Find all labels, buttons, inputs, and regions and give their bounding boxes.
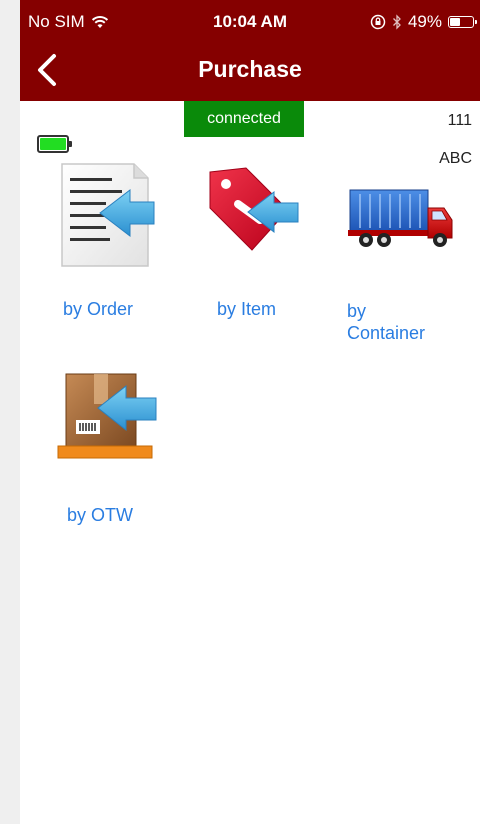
menu-label-by-otw: by OTW <box>67 505 133 525</box>
status-right: 49% <box>370 12 477 32</box>
bluetooth-icon <box>393 14 401 30</box>
menu-label-by-item: by Item <box>217 299 277 319</box>
battery-percent: 49% <box>407 12 442 31</box>
menu-tile-by-item[interactable]: by Item <box>206 160 316 330</box>
tag-arrow-icon <box>209 167 299 251</box>
battery-icon <box>448 16 477 28</box>
page-title: Purchase <box>198 56 302 82</box>
device-battery-icon <box>37 135 72 153</box>
menu-label-by-order: by Order <box>63 299 134 319</box>
truck-icon <box>348 189 453 247</box>
menu-label-by-container: by Container <box>347 301 426 343</box>
box-arrow-icon <box>57 373 157 459</box>
menu-tile-by-order[interactable]: by Order <box>56 160 166 330</box>
menu-tile-by-otw[interactable]: by OTW <box>56 370 166 530</box>
device-code-top: 111 <box>447 112 472 129</box>
menu-tile-by-container[interactable]: by Container <box>346 160 460 350</box>
phone-screen: No SIM 10:04 AM 49% Purchase connected 1… <box>20 0 480 824</box>
orientation-lock-icon <box>370 14 386 30</box>
document-arrow-icon <box>61 163 155 267</box>
nav-bar: Purchase <box>20 44 480 101</box>
status-bar: No SIM 10:04 AM 49% <box>20 0 480 44</box>
connection-status-badge: connected <box>184 101 304 137</box>
header: No SIM 10:04 AM 49% Purchase <box>20 0 480 101</box>
